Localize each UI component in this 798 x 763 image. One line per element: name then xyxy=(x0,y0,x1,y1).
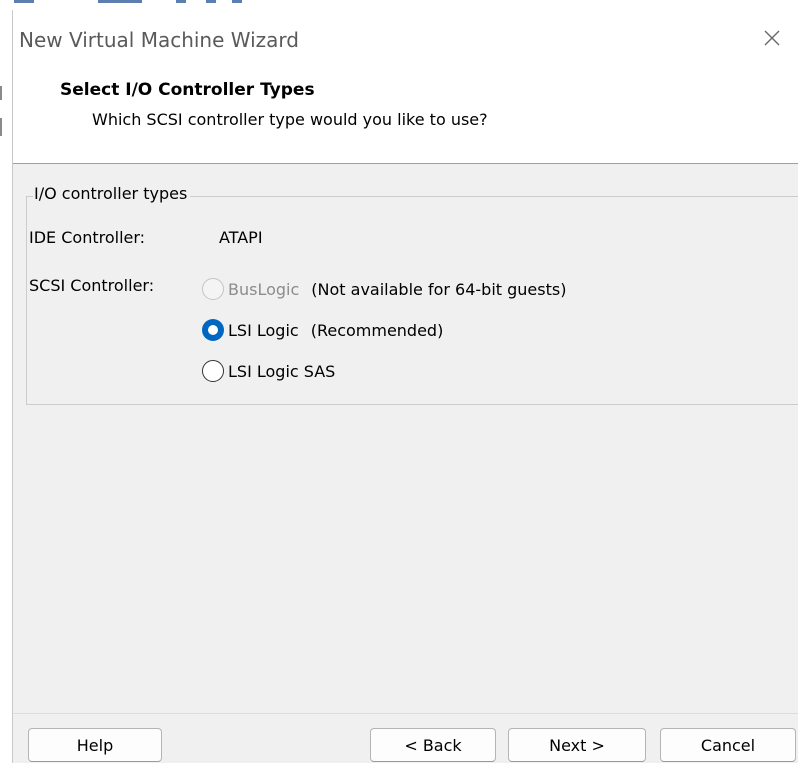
radio-note-lsi-logic: (Recommended) xyxy=(310,320,444,340)
help-button[interactable]: Help xyxy=(28,728,162,762)
page-title: Select I/O Controller Types xyxy=(60,80,315,100)
background-sliver xyxy=(14,0,34,3)
scsi-controller-label: SCSI Controller: xyxy=(29,276,155,295)
radio-option-lsi-logic-sas[interactable]: LSI Logic SAS xyxy=(202,358,335,384)
radio-option-buslogic[interactable]: BusLogic (Not available for 64-bit guest… xyxy=(202,276,566,302)
ide-controller-label: IDE Controller: xyxy=(29,228,146,247)
cancel-button[interactable]: Cancel xyxy=(660,728,796,762)
radio-button-lsi-logic[interactable] xyxy=(202,319,224,341)
io-controller-group-label: I/O controller types xyxy=(33,184,191,203)
background-sliver xyxy=(206,0,216,3)
window-title: New Virtual Machine Wizard xyxy=(19,28,299,52)
radio-option-lsi-logic[interactable]: LSI Logic (Recommended) xyxy=(202,317,443,343)
radio-button-lsi-logic-sas[interactable] xyxy=(202,360,224,382)
radio-label-lsi-logic-sas: LSI Logic SAS xyxy=(228,361,336,381)
footer-divider xyxy=(13,713,798,714)
background-window-strip xyxy=(0,0,798,10)
radio-note-buslogic: (Not available for 64-bit guests) xyxy=(311,279,567,299)
background-sliver xyxy=(176,0,186,3)
radio-button-buslogic[interactable] xyxy=(202,278,224,300)
ide-controller-value: ATAPI xyxy=(219,228,263,247)
wizard-dialog: New Virtual Machine Wizard Select I/O Co… xyxy=(12,10,798,763)
radio-label-lsi-logic: LSI Logic xyxy=(228,320,299,340)
next-button[interactable]: Next > xyxy=(508,728,646,762)
close-button[interactable] xyxy=(758,24,786,52)
radio-label-buslogic: BusLogic xyxy=(228,279,300,299)
title-bar: New Virtual Machine Wizard xyxy=(13,10,798,68)
background-mark xyxy=(0,118,2,136)
close-icon xyxy=(764,30,780,46)
background-mark xyxy=(0,86,2,100)
background-window-edge xyxy=(0,10,12,763)
background-sliver xyxy=(232,0,242,3)
back-button[interactable]: < Back xyxy=(370,728,496,762)
wizard-header: Select I/O Controller Types Which SCSI c… xyxy=(13,68,798,164)
page-subtitle: Which SCSI controller type would you lik… xyxy=(92,110,488,129)
background-sliver xyxy=(98,0,142,3)
wizard-window: New Virtual Machine Wizard Select I/O Co… xyxy=(0,0,798,763)
